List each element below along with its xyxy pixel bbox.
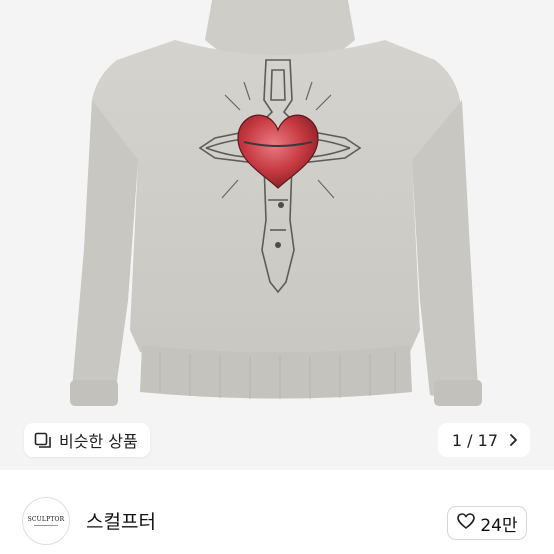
- like-button[interactable]: 24만: [447, 506, 527, 540]
- similar-products-icon: [34, 431, 52, 449]
- chevron-right-icon: [508, 433, 518, 447]
- product-photo: [70, 0, 482, 406]
- seller-row: SCULPTOR 스컬프터 24만: [0, 470, 554, 554]
- seller-avatar[interactable]: SCULPTOR: [22, 497, 70, 545]
- seller-logo-underline: [34, 525, 58, 526]
- image-counter[interactable]: 1 / 17: [437, 423, 530, 457]
- heart-icon: [456, 512, 476, 535]
- similar-products-button[interactable]: 비슷한 상품: [24, 423, 150, 457]
- product-image-gallery[interactable]: 비슷한 상품 1 / 17: [0, 0, 554, 470]
- image-counter-text: 1 / 17: [451, 430, 498, 450]
- similar-products-label: 비슷한 상품: [59, 432, 138, 451]
- like-count: 24만: [480, 515, 518, 536]
- seller-logo-text: SCULPTOR: [27, 516, 65, 523]
- seller-name[interactable]: 스컬프터: [86, 507, 156, 534]
